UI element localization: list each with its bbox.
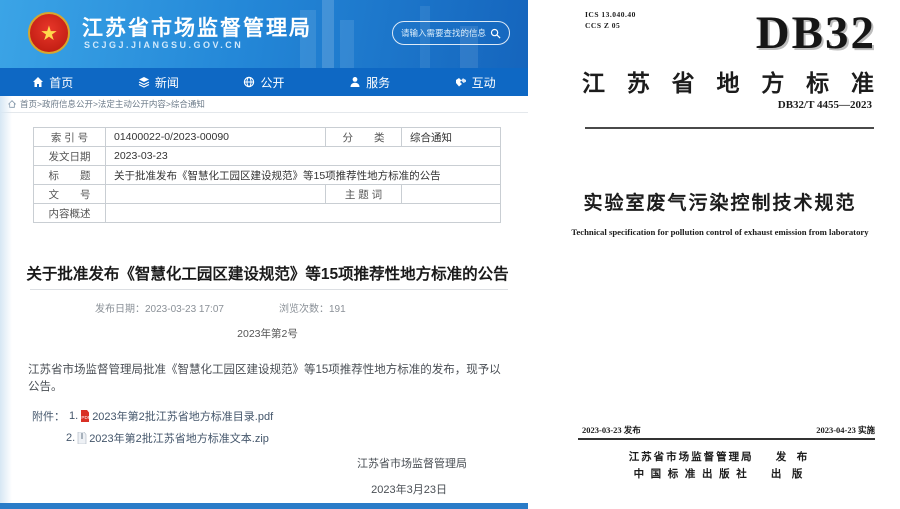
attachment-link-zip[interactable]: 2. 2023年第2批江苏省地方标准文本.zip xyxy=(66,430,269,446)
divider xyxy=(585,127,874,129)
docnum-value xyxy=(106,185,326,204)
ics-ccs-codes: ICS 13.040.40 CCS Z 05 xyxy=(585,9,636,32)
date-value: 2023-03-23 xyxy=(106,147,501,166)
publish-date-value: 2023-03-23 17:07 xyxy=(145,304,224,315)
home-icon xyxy=(32,76,44,88)
search-input[interactable] xyxy=(401,28,490,38)
site-header: ★ 江苏省市场监督管理局 SCJGJ.JIANGSU.GOV.CN xyxy=(0,0,528,68)
table-row: 索 引 号 01400022-0/2023-00090 分 类 综合通知 xyxy=(34,128,501,147)
attachment-number: 1. xyxy=(69,410,78,422)
publish-date: 发布日期：2023-03-23 17:07 xyxy=(95,300,224,315)
table-row: 发文日期 2023-03-23 xyxy=(34,147,501,166)
breadcrumb-text: 首页>政府信息公开>法定主动公开内容>综合通知 xyxy=(20,98,205,110)
publisher-line: 江苏省市场监督管理局 发 布 xyxy=(540,449,900,464)
docnum-label: 文 号 xyxy=(34,185,106,204)
publish-date-label: 发布日期： xyxy=(95,304,145,315)
skyline-graphic xyxy=(340,20,354,68)
db32-logo-text: DB32 xyxy=(756,6,876,60)
breadcrumb[interactable]: 首页>政府信息公开>法定主动公开内容>综合通知 xyxy=(0,96,528,113)
divider xyxy=(578,438,875,440)
site-domain: SCJGJ.JIANGSU.GOV.CN xyxy=(84,40,243,50)
attachments-section: 附件： 1. PDF 2023年第2批江苏省地方标准目录.pdf 2. 2023… xyxy=(32,408,273,452)
views-value: 191 xyxy=(329,304,346,315)
keywords-value xyxy=(402,185,501,204)
ics-code: ICS 13.040.40 xyxy=(585,9,636,20)
layers-icon xyxy=(138,76,150,88)
person-icon xyxy=(349,76,361,88)
date-label: 发文日期 xyxy=(34,147,106,166)
attachment-name: 2023年第2批江苏省地方标准目录.pdf xyxy=(92,408,273,424)
press-org: 中 国 标 准 出 版 社 xyxy=(634,466,749,481)
ccs-code: CCS Z 05 xyxy=(585,20,636,31)
signature-date: 2023年3月23日 xyxy=(0,481,447,497)
table-row: 内容概述 xyxy=(34,204,501,223)
nav-label: 首页 xyxy=(49,74,73,91)
divider xyxy=(30,289,508,290)
category-label: 分 类 xyxy=(326,128,402,147)
screenshot-root: ★ 江苏省市场监督管理局 SCJGJ.JIANGSU.GOV.CN 首页 新闻 xyxy=(0,0,900,509)
pdf-file-icon: PDF xyxy=(80,410,90,422)
attachment-link-pdf[interactable]: 1. PDF 2023年第2批江苏省地方标准目录.pdf xyxy=(69,408,273,424)
attachment-row-1: 附件： 1. PDF 2023年第2批江苏省地方标准目录.pdf xyxy=(32,408,273,424)
search-box[interactable] xyxy=(392,21,510,45)
views-label: 浏览次数： xyxy=(279,304,329,315)
index-label: 索 引 号 xyxy=(34,128,106,147)
article-title: 关于批准发布《智慧化工园区建设规范》等15项推荐性地方标准的公告 xyxy=(20,262,515,284)
table-row: 文 号 主 题 词 xyxy=(34,185,501,204)
summary-value xyxy=(106,204,501,223)
zip-file-icon xyxy=(77,432,87,444)
article-meta: 发布日期：2023-03-23 17:07 浏览次数：191 xyxy=(95,300,435,315)
globe-icon xyxy=(243,76,255,88)
nav-label: 公开 xyxy=(260,74,284,91)
attachment-number: 2. xyxy=(66,432,75,444)
title-label: 标 题 xyxy=(34,166,106,185)
signature-organization: 江苏省市场监督管理局 xyxy=(0,455,467,471)
issue-number: 2023年第2号 xyxy=(20,326,515,341)
site-title: 江苏省市场监督管理局 xyxy=(82,12,312,42)
standard-number: DB32/T 4455—2023 xyxy=(778,99,872,111)
publisher-org: 江苏省市场监督管理局 xyxy=(629,449,754,464)
implement-date: 2023-04-23 实施 xyxy=(816,424,875,436)
gov-website-panel: ★ 江苏省市场监督管理局 SCJGJ.JIANGSU.GOV.CN 首页 新闻 xyxy=(0,0,528,509)
standard-type-heading: 江 苏 省 地 方 标 准 xyxy=(582,64,874,98)
attachments-label: 附件： xyxy=(32,408,65,424)
date-row: 2023-03-23 发布 2023-04-23 实施 xyxy=(582,424,875,436)
category-value: 综合通知 xyxy=(402,128,501,147)
nav-item-disclosure[interactable]: 公开 xyxy=(211,68,317,96)
view-count: 浏览次数：191 xyxy=(279,300,346,315)
nav-item-interact[interactable]: 互动 xyxy=(422,68,528,96)
standard-title-en: Technical specification for pollution co… xyxy=(550,227,890,237)
attachment-name: 2023年第2批江苏省地方标准文本.zip xyxy=(89,430,269,446)
nav-item-news[interactable]: 新闻 xyxy=(106,68,212,96)
nav-label: 互动 xyxy=(472,74,496,91)
svg-text:PDF: PDF xyxy=(82,415,91,420)
standard-cover-panel: ICS 13.040.40 CCS Z 05 DB32 江 苏 省 地 方 标 … xyxy=(540,0,900,509)
main-nav: 首页 新闻 公开 服务 互动 xyxy=(0,68,528,96)
handshake-icon xyxy=(455,76,467,88)
issue-date: 2023-03-23 发布 xyxy=(582,424,641,436)
keywords-label: 主 题 词 xyxy=(326,185,402,204)
nav-item-services[interactable]: 服务 xyxy=(317,68,423,96)
skyline-graphic xyxy=(322,0,334,68)
page-edge-gradient xyxy=(0,96,12,503)
footer-strip xyxy=(0,503,528,509)
table-row: 标 题 关于批准发布《智慧化工园区建设规范》等15项推荐性地方标准的公告 xyxy=(34,166,501,185)
press-line: 中 国 标 准 出 版 社 出 版 xyxy=(540,466,900,481)
article-body: 江苏省市场监督管理局批准《智慧化工园区建设规范》等15项推荐性地方标准的发布，现… xyxy=(28,362,508,397)
title-value: 关于批准发布《智慧化工园区建设规范》等15项推荐性地方标准的公告 xyxy=(106,166,501,185)
nav-item-home[interactable]: 首页 xyxy=(0,68,106,96)
nav-label: 新闻 xyxy=(155,74,179,91)
national-emblem-logo: ★ xyxy=(28,12,70,54)
search-icon[interactable] xyxy=(490,28,501,39)
summary-label: 内容概述 xyxy=(34,204,106,223)
index-value: 01400022-0/2023-00090 xyxy=(106,128,326,147)
press-role: 出 版 xyxy=(771,466,807,481)
nav-label: 服务 xyxy=(366,74,390,91)
publisher-role: 发 布 xyxy=(776,449,812,464)
document-meta-table: 索 引 号 01400022-0/2023-00090 分 类 综合通知 发文日… xyxy=(33,127,501,223)
attachment-row-2: 2. 2023年第2批江苏省地方标准文本.zip xyxy=(32,430,273,446)
standard-title-cn: 实验室废气污染控制技术规范 xyxy=(560,188,880,215)
